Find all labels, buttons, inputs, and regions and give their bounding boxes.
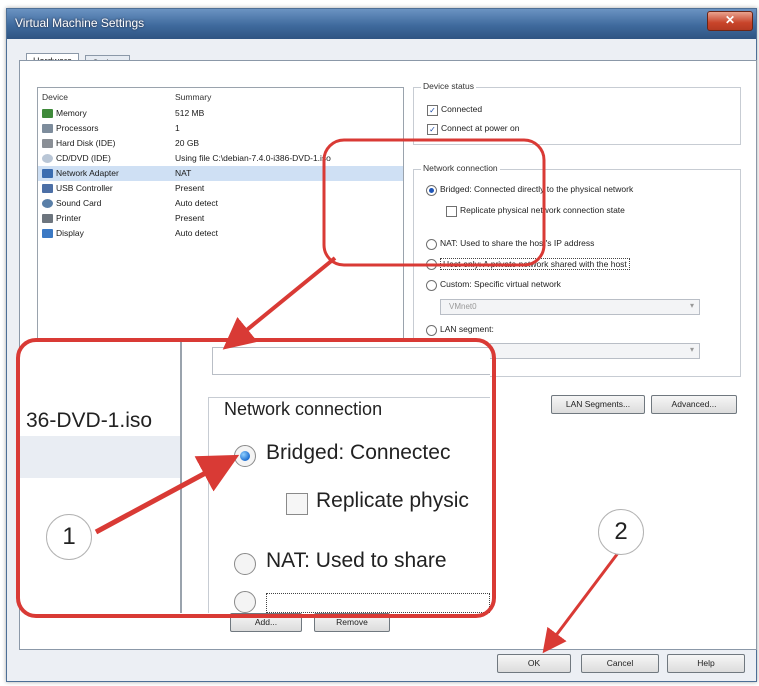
step-2-marker: 2 [598, 509, 644, 555]
callout-arrow [222, 256, 337, 350]
small-network-highlight [322, 138, 546, 267]
step-1-marker: 1 [46, 514, 92, 560]
step2-arrow [542, 552, 620, 654]
annotation-overlay [16, 138, 620, 654]
step1-arrow [94, 454, 240, 535]
zoom-highlight [16, 338, 496, 618]
